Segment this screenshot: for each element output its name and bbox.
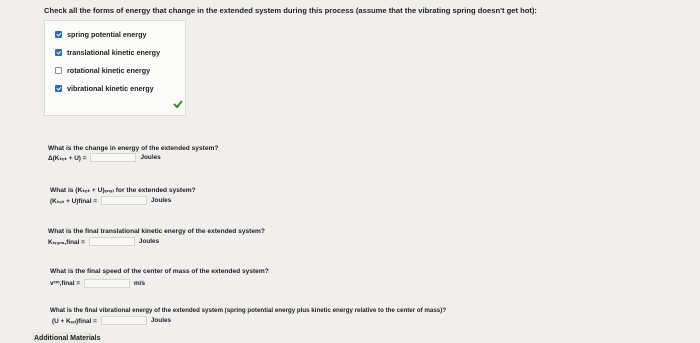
option-rotational-kinetic[interactable]: rotational kinetic energy <box>55 66 150 75</box>
option-spring-potential[interactable]: spring potential energy <box>55 30 146 39</box>
unit-label: Joules <box>150 317 172 324</box>
checkbox-checked-icon[interactable] <box>55 49 62 56</box>
unit-label: m/s <box>134 280 146 287</box>
answer-row-final-speed: vᶜᵐ,final = m/s <box>50 279 145 288</box>
answer-input-vibrational-energy[interactable] <box>100 316 147 325</box>
option-vibrational-kinetic[interactable]: vibrational kinetic energy <box>55 84 154 93</box>
answer-label: Kₜᵣₐₙₛ,final = <box>48 238 85 246</box>
option-label: spring potential energy <box>67 30 147 39</box>
answer-input-translational-energy[interactable] <box>88 237 135 246</box>
answer-label: (Kₜₒₜ + U)final = <box>50 197 97 205</box>
option-label: vibrational kinetic energy <box>67 84 154 93</box>
question-change-energy: What is the change in energy of the exte… <box>48 145 219 152</box>
question-title: Check all the forms of energy that chang… <box>44 6 537 15</box>
answer-input-change-energy[interactable] <box>90 153 137 162</box>
answer-label: Δ(Kₜₒₜ + U) = <box>48 154 87 162</box>
question-translational-energy: What is the final translational kinetic … <box>48 228 265 235</box>
option-label: translational kinetic energy <box>67 48 161 57</box>
question-vibrational-energy: What is the final vibrational energy of … <box>50 307 447 314</box>
option-label: rotational kinetic energy <box>67 66 151 75</box>
additional-materials-link[interactable]: Additional Materials <box>34 335 101 342</box>
answer-row-change-energy: Δ(Kₜₒₜ + U) = Joules <box>48 153 161 162</box>
answer-row-translational-energy: Kₜᵣₐₙₛ,final = Joules <box>48 237 159 246</box>
unit-label: Joules <box>138 238 160 245</box>
energy-options-box: spring potential energy translational ki… <box>44 20 186 116</box>
option-translational-kinetic[interactable]: translational kinetic energy <box>55 48 160 57</box>
answer-row-final-energy: (Kₜₒₜ + U)final = Joules <box>50 196 171 205</box>
checkbox-unchecked-icon[interactable] <box>55 67 62 74</box>
question-final-energy: What is (Kₜₒₜ + U)ₑₙₐₗ for the extended … <box>50 187 196 194</box>
checkbox-checked-icon[interactable] <box>55 31 62 38</box>
unit-label: Joules <box>151 197 172 204</box>
answer-row-vibrational-energy: (U + Kᵣₑₗ)final = Joules <box>52 316 171 325</box>
answer-input-final-speed[interactable] <box>84 279 131 288</box>
answer-label: (U + Kᵣₑₗ)final = <box>52 317 97 325</box>
correct-check-icon <box>173 100 183 109</box>
answer-label: vᶜᵐ,final = <box>50 280 81 287</box>
checkbox-checked-icon[interactable] <box>55 85 62 92</box>
unit-label: Joules <box>140 154 161 161</box>
question-final-speed: What is the final speed of the center of… <box>50 268 269 275</box>
answer-input-final-energy[interactable] <box>101 196 147 205</box>
